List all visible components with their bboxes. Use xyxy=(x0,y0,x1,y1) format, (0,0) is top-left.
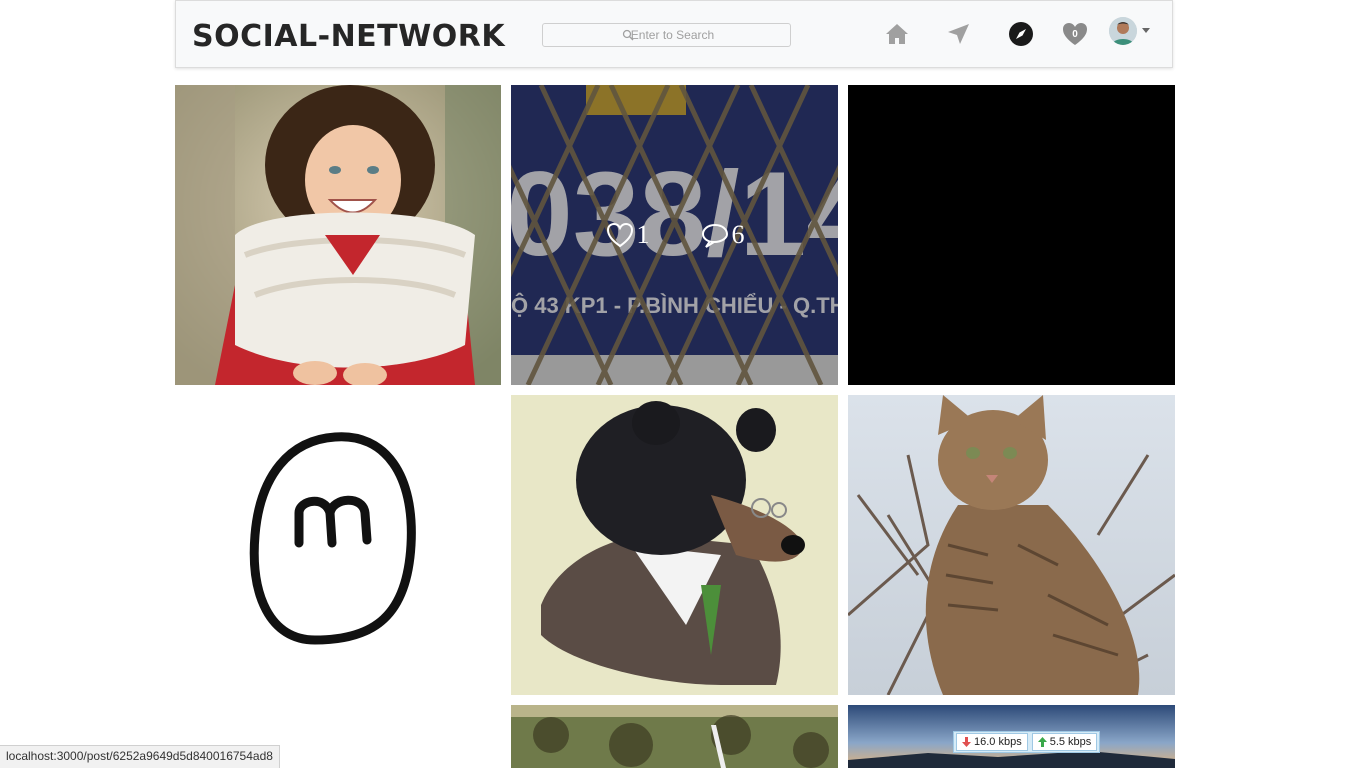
heart-outline-icon xyxy=(606,222,633,248)
post-tabby-cat[interactable] xyxy=(848,395,1175,695)
post-image xyxy=(848,395,1175,695)
heart-icon[interactable]: 0 xyxy=(1060,19,1090,49)
browser-status-bar: localhost:3000/post/6252a9649d5d84001675… xyxy=(0,745,280,768)
post-image xyxy=(511,705,838,768)
network-speed-meter: 16.0 kbps 5.5 kbps xyxy=(953,731,1101,753)
post-image xyxy=(175,85,501,385)
post-image xyxy=(511,395,838,695)
upload-speed: 5.5 kbps xyxy=(1031,733,1098,751)
post-partial-1[interactable] xyxy=(511,705,838,768)
post-bear-suit[interactable] xyxy=(511,395,838,695)
comment-count: 6 xyxy=(731,220,745,249)
post-sign-fence[interactable]: 038/14C Ộ 43 KP1 - P.BÌNH CHIỂU - Q.THỦ … xyxy=(511,85,838,385)
comment-stat: 6 xyxy=(700,220,745,250)
like-stat: 1 xyxy=(605,220,650,250)
search-icon xyxy=(622,29,634,41)
post-stats-overlay: 1 6 xyxy=(511,85,838,385)
avatar[interactable] xyxy=(1109,17,1137,45)
top-navbar: SOCIAL-NETWORK 0 xyxy=(175,0,1173,68)
notification-count: 0 xyxy=(1072,29,1078,40)
brand-logo[interactable]: SOCIAL-NETWORK xyxy=(192,19,505,54)
like-count: 1 xyxy=(636,220,650,249)
upload-arrow-icon xyxy=(1037,737,1047,747)
download-arrow-icon xyxy=(962,737,971,747)
home-icon[interactable] xyxy=(882,19,912,49)
post-image xyxy=(249,432,416,645)
post-black-image[interactable] xyxy=(848,85,1175,385)
compass-icon[interactable] xyxy=(1006,19,1036,49)
comment-outline-icon xyxy=(701,224,728,248)
caret-down-icon[interactable] xyxy=(1142,28,1150,33)
paper-plane-icon[interactable] xyxy=(944,19,974,49)
search-input[interactable] xyxy=(542,23,791,47)
download-speed-value: 16.0 kbps xyxy=(974,736,1022,748)
download-speed: 16.0 kbps xyxy=(956,733,1028,751)
upload-speed-value: 5.5 kbps xyxy=(1049,736,1092,748)
post-girl-lace-dress[interactable] xyxy=(175,85,501,385)
post-m-drawing[interactable] xyxy=(175,395,501,695)
search-box xyxy=(542,23,791,47)
avatar-image xyxy=(1109,17,1137,45)
